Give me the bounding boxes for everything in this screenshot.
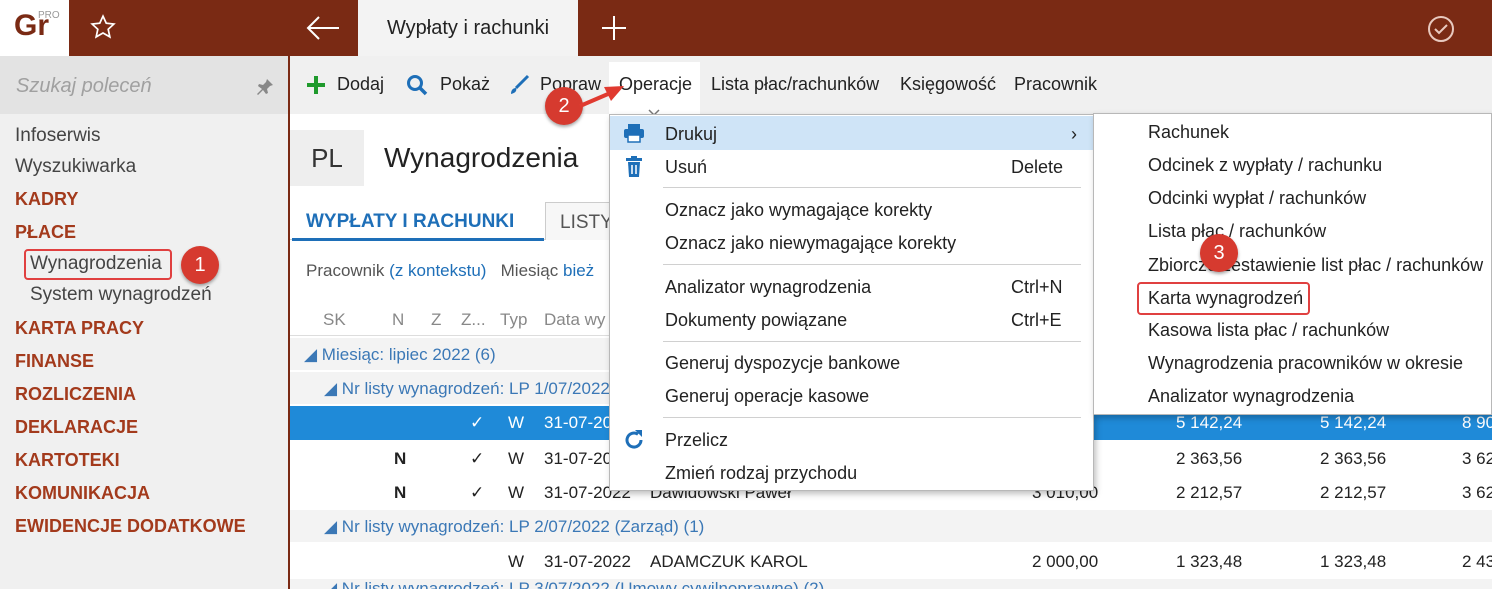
sidebar-item-place[interactable]: PŁACE bbox=[15, 222, 76, 243]
group-list-2-label: ◢ Nr listy wynagrodzeń: LP 2/07/2022 (Za… bbox=[324, 517, 705, 536]
submenu-item-zbiorcze[interactable]: Zbiorcze zestawienie list płac / rachunk… bbox=[1148, 255, 1483, 276]
pin-icon[interactable] bbox=[256, 78, 274, 96]
sidebar-item-rozliczenia[interactable]: ROZLICZENIA bbox=[15, 384, 136, 405]
filter-employee-link[interactable]: (z kontekstu) bbox=[389, 261, 486, 280]
command-search-input[interactable] bbox=[16, 72, 246, 100]
menu-item-related-docs[interactable]: Dokumenty powiązane bbox=[665, 310, 847, 331]
command-search bbox=[0, 56, 288, 114]
group-list-1-label: ◢ Nr listy wynagrodzeń: LP 1/07/2022 bbox=[324, 379, 610, 398]
tab-listy[interactable]: LISTY bbox=[545, 202, 615, 240]
menu-item-bank-orders[interactable]: Generuj dyspozycje bankowe bbox=[665, 353, 900, 374]
group-list-2[interactable]: ◢ Nr listy wynagrodzeń: LP 2/07/2022 (Za… bbox=[290, 510, 1492, 542]
col-typ[interactable]: Typ bbox=[500, 310, 527, 330]
sidebar-item-wyszukiwarka[interactable]: Wyszukiwarka bbox=[15, 156, 136, 178]
col-data[interactable]: Data wy bbox=[544, 310, 605, 330]
step-badge-3: 3 bbox=[1200, 234, 1238, 272]
back-arrow-icon[interactable] bbox=[305, 14, 341, 42]
printer-icon bbox=[623, 123, 645, 143]
menu-item-cash-operations[interactable]: Generuj operacje kasowe bbox=[665, 386, 869, 407]
shortcut-delete: Delete bbox=[1011, 157, 1064, 177]
col-sk[interactable]: SK bbox=[323, 310, 346, 330]
pointer-arrow-icon bbox=[578, 82, 628, 110]
employee-button[interactable]: Pracownik bbox=[1014, 74, 1097, 95]
col-z2[interactable]: Z... bbox=[461, 310, 486, 330]
add-plus-icon[interactable] bbox=[305, 74, 327, 96]
submenu-item-lista-plac[interactable]: Lista płac / rachunków bbox=[1148, 221, 1326, 242]
menu-item-mark-no-correction[interactable]: Oznacz jako niewymagające korekty bbox=[665, 233, 956, 254]
submenu-item-kasowa-lista[interactable]: Kasowa lista płac / rachunków bbox=[1148, 320, 1389, 341]
submenu-item-wynagrodzenia-okres[interactable]: Wynagrodzenia pracowników w okresie bbox=[1148, 353, 1463, 374]
sidebar-item-kartoteki[interactable]: KARTOTEKI bbox=[15, 450, 120, 471]
menu-item-print[interactable]: Drukuj bbox=[665, 124, 717, 145]
accounting-button[interactable]: Księgowość bbox=[900, 74, 996, 95]
menu-item-delete[interactable]: Usuń bbox=[665, 157, 707, 178]
app-logo[interactable]: Gr PRO bbox=[0, 0, 69, 56]
filter-employee-label: Pracownik bbox=[306, 261, 385, 280]
sidebar-item-system-wynagrodzen[interactable]: System wynagrodzeń bbox=[30, 284, 212, 306]
group-month-label: ◢ Miesiąc: lipiec 2022 (6) bbox=[304, 345, 496, 364]
submenu-item-odcinki[interactable]: Odcinki wypłat / rachunków bbox=[1148, 188, 1366, 209]
table-row[interactable]: W 31-07-2022 ADAMCZUK KAROL 2 000,00 1 3… bbox=[290, 545, 1492, 579]
sidebar-item-wynagrodzenia[interactable]: Wynagrodzenia bbox=[30, 253, 162, 275]
filter-month-label: Miesiąc bbox=[500, 261, 559, 280]
edit-brush-icon[interactable] bbox=[508, 74, 530, 96]
menu-separator bbox=[663, 417, 1081, 418]
new-tab-plus-icon[interactable] bbox=[600, 14, 628, 42]
menu-item-analyzer[interactable]: Analizator wynagrodzenia bbox=[665, 277, 871, 298]
submenu-item-analizator[interactable]: Analizator wynagrodzenia bbox=[1148, 386, 1354, 407]
sidebar-item-ewidencje-dodatkowe[interactable]: EWIDENCJE DODATKOWE bbox=[15, 516, 246, 537]
module-badge: PL bbox=[290, 130, 364, 186]
tab-wyplaty-i-rachunki-list[interactable]: WYPŁATY I RACHUNKI bbox=[306, 211, 514, 233]
check-circle-icon[interactable] bbox=[1426, 14, 1456, 44]
page-title: Wynagrodzenia bbox=[384, 142, 579, 173]
menu-separator bbox=[663, 341, 1081, 342]
sidebar-item-infoserwis[interactable]: Infoserwis bbox=[15, 125, 101, 147]
shortcut-analyzer: Ctrl+N bbox=[1011, 277, 1063, 297]
show-button[interactable]: Pokaż bbox=[440, 74, 490, 95]
top-bar bbox=[0, 0, 1492, 56]
sidebar-item-deklaracje[interactable]: DEKLARACJE bbox=[15, 417, 138, 438]
sidebar-item-kadry[interactable]: KADRY bbox=[15, 189, 78, 210]
menu-item-change-income-type[interactable]: Zmień rodzaj przychodu bbox=[665, 463, 857, 484]
payroll-list-button[interactable]: Lista płac/rachunków bbox=[711, 74, 879, 95]
add-button[interactable]: Dodaj bbox=[337, 74, 384, 95]
submenu-item-odcinek[interactable]: Odcinek z wypłaty / rachunku bbox=[1148, 155, 1382, 176]
menu-item-recalculate[interactable]: Przelicz bbox=[665, 430, 728, 451]
refresh-icon bbox=[622, 428, 646, 452]
step-badge-1: 1 bbox=[181, 246, 219, 284]
group-list-3-label: ◢ Nr listy wynagrodzeń: LP 3/07/2022 (Um… bbox=[324, 579, 825, 589]
menu-separator bbox=[663, 187, 1081, 188]
group-list-3[interactable]: ◢ Nr listy wynagrodzeń: LP 3/07/2022 (Um… bbox=[290, 579, 1492, 589]
tab-wyplaty-i-rachunki[interactable]: Wypłaty i rachunki bbox=[358, 0, 578, 56]
sidebar-item-komunikacja[interactable]: KOMUNIKACJA bbox=[15, 483, 150, 504]
trash-icon bbox=[625, 156, 643, 178]
menu-item-mark-correction[interactable]: Oznacz jako wymagające korekty bbox=[665, 200, 932, 221]
search-icon[interactable] bbox=[406, 74, 428, 96]
logo-pro: PRO bbox=[38, 10, 60, 21]
favorite-star-icon[interactable] bbox=[90, 14, 116, 40]
sidebar-item-karta-pracy[interactable]: KARTA PRACY bbox=[15, 318, 144, 339]
submenu-item-karta-wynagrodzen[interactable]: Karta wynagrodzeń bbox=[1148, 288, 1303, 309]
col-n[interactable]: N bbox=[392, 310, 404, 330]
shortcut-related-docs: Ctrl+E bbox=[1011, 310, 1062, 330]
filter-month-link[interactable]: bież bbox=[563, 261, 594, 280]
col-z[interactable]: Z bbox=[431, 310, 441, 330]
operations-menu-button[interactable]: Operacje bbox=[619, 74, 692, 95]
submenu-item-rachunek[interactable]: Rachunek bbox=[1148, 122, 1229, 143]
active-tab-underline bbox=[292, 238, 544, 241]
sidebar-item-finanse[interactable]: FINANSE bbox=[15, 351, 94, 372]
menu-separator bbox=[663, 264, 1081, 265]
chevron-right-icon: › bbox=[1071, 124, 1077, 144]
chevron-down-icon bbox=[648, 101, 660, 117]
filters-bar: Pracownik (z kontekstu) Miesiąc bież bbox=[306, 261, 594, 281]
